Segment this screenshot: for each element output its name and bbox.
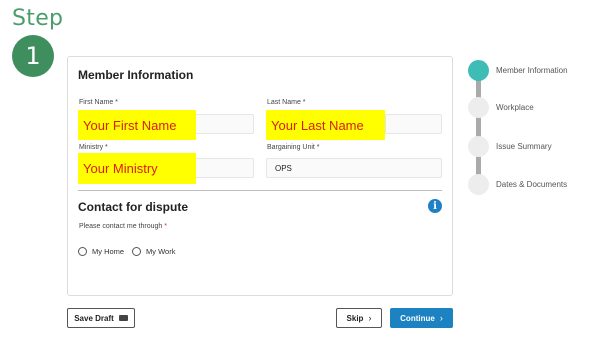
first-name-field-bg[interactable]: [195, 114, 254, 134]
skip-label: Skip: [346, 313, 364, 323]
first-name-label: First Name *: [79, 99, 118, 106]
bargaining-unit-field[interactable]: OPS: [266, 158, 442, 178]
last-name-label: Last Name *: [267, 99, 306, 106]
progress-node-dates-documents: [468, 174, 489, 195]
first-name-field[interactable]: Your First Name: [78, 110, 196, 140]
contact-prompt: Please contact me through *: [79, 223, 167, 230]
member-information-heading: Member Information: [78, 68, 194, 82]
ministry-label: Ministry *: [79, 144, 108, 151]
radio-circle-icon[interactable]: [132, 247, 141, 256]
radio-my-work[interactable]: My Work: [132, 247, 175, 256]
progress-track: [476, 80, 481, 186]
progress-label-workplace: Workplace: [496, 103, 534, 112]
last-name-field-bg[interactable]: [385, 114, 442, 134]
contact-prompt-text: Please contact me through: [79, 223, 165, 230]
continue-label: Continue: [400, 313, 435, 323]
radio-my-work-label: My Work: [146, 247, 176, 256]
chevron-right-icon: ›: [368, 313, 372, 323]
progress-node-issue-summary: [468, 136, 489, 157]
progress-label-dates-documents: Dates & Documents: [496, 180, 568, 189]
step-number-badge: 1: [12, 35, 54, 77]
section-divider: [78, 190, 442, 191]
info-icon[interactable]: i: [428, 199, 442, 213]
radio-my-home[interactable]: My Home: [78, 247, 124, 256]
progress-label-member-information: Member Information: [496, 66, 568, 75]
save-draft-label: Save Draft: [74, 313, 114, 323]
radio-circle-icon[interactable]: [78, 247, 87, 256]
progress-node-member-information: [468, 60, 489, 81]
bargaining-unit-label: Bargaining Unit *: [267, 144, 320, 151]
progress-label-issue-summary: Issue Summary: [496, 142, 552, 151]
contact-for-dispute-heading: Contact for dispute: [78, 200, 188, 214]
skip-button[interactable]: Skip ›: [336, 308, 382, 328]
last-name-field[interactable]: Your Last Name: [266, 110, 385, 140]
continue-button[interactable]: Continue ›: [390, 308, 453, 328]
ministry-field-bg[interactable]: [195, 158, 254, 178]
ministry-field[interactable]: Your Ministry: [78, 153, 196, 184]
save-draft-button[interactable]: Save Draft: [67, 308, 135, 328]
chevron-right-icon: ›: [439, 313, 443, 323]
step-label: Step: [12, 6, 64, 31]
folder-icon: [118, 315, 128, 321]
progress-node-workplace: [468, 97, 489, 118]
required-mark: *: [164, 223, 167, 230]
radio-my-home-label: My Home: [92, 247, 125, 256]
